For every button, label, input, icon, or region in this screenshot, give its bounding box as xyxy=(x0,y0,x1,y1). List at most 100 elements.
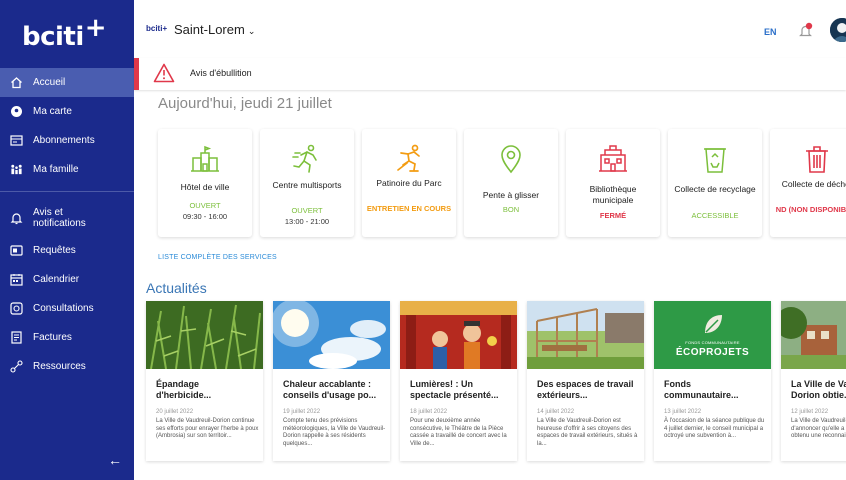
sidebar-item-ressources[interactable]: Ressources xyxy=(0,352,134,381)
location-icon xyxy=(495,143,527,175)
sidebar-item-label: Accueil xyxy=(33,77,66,88)
sidebar-item-label: Requêtes xyxy=(33,245,76,256)
sidebar-item-label: Ma famille xyxy=(33,164,79,175)
news-image xyxy=(781,301,846,369)
calendar-icon xyxy=(10,273,23,286)
sidebar-item-factures[interactable]: Factures xyxy=(0,323,134,352)
family-icon xyxy=(10,163,23,176)
news-image xyxy=(146,301,263,369)
app-logo[interactable]: bciti+ xyxy=(22,13,107,52)
news-date: 19 juillet 2022 xyxy=(283,409,321,415)
service-card-bibliotheque[interactable]: Bibliothèque municipale FERMÉ xyxy=(566,129,660,237)
service-card-patinoire[interactable]: Patinoire du Parc ENTRETIEN EN COURS xyxy=(362,129,456,237)
service-name: Patinoire du Parc xyxy=(376,178,442,188)
news-excerpt: La Ville de Vaudreuil-Dorion est heureus… xyxy=(537,418,638,447)
recycle-icon xyxy=(699,143,731,175)
service-status: OUVERT xyxy=(189,201,221,210)
news-title: Chaleur accablante : conseils d'usage po… xyxy=(283,379,377,400)
news-card[interactable]: FONDS COMMUNAUTAIRE ÉCOPROJETS Fonds com… xyxy=(654,301,771,461)
service-name: Collecte de recyclage xyxy=(674,184,756,194)
service-status: ACCESSIBLE xyxy=(691,211,739,220)
news-row: Épandage d'herbicide... 20 juillet 2022 … xyxy=(146,301,846,463)
news-date: 20 juillet 2022 xyxy=(156,409,194,415)
bell-icon xyxy=(10,212,23,225)
image-caption-big: ÉCOPROJETS xyxy=(675,347,750,358)
nav-divider xyxy=(0,191,134,192)
image-caption-small: FONDS COMMUNAUTAIRE xyxy=(685,340,740,345)
news-title: La Ville de Vaudreuil-Dorion obtie... xyxy=(791,379,846,400)
collapse-sidebar-button[interactable]: ← xyxy=(108,452,122,468)
service-card-centre-multisports[interactable]: Centre multisports OUVERT 13:00 - 21:00 xyxy=(260,129,354,237)
news-date: 13 juillet 2022 xyxy=(664,409,702,415)
skater-icon xyxy=(393,143,425,175)
service-status: ND (NON DISPONIBLE) xyxy=(775,205,846,214)
service-hours: 09:30 - 16:00 xyxy=(182,212,228,221)
boil-water-alert[interactable]: Avis d'ébullition xyxy=(134,58,846,90)
service-status: BON xyxy=(502,205,520,214)
news-title: Lumières! : Un spectacle présenté... xyxy=(410,379,499,400)
news-date: 14 juillet 2022 xyxy=(537,409,575,415)
sidebar-item-requetes[interactable]: Requêtes xyxy=(0,236,134,265)
runner-icon xyxy=(291,143,323,175)
service-name: Pente à glisser xyxy=(482,190,540,200)
news-card[interactable]: Lumières! : Un spectacle présenté... 18 … xyxy=(400,301,517,461)
library-icon xyxy=(597,143,629,175)
service-card-dechet[interactable]: Collecte de déchet ND (NON DISPONIBLE) xyxy=(770,129,846,237)
request-icon xyxy=(10,244,23,257)
sidebar-item-ma-carte[interactable]: Ma carte xyxy=(0,97,134,126)
notification-bell-icon[interactable] xyxy=(798,22,813,38)
news-card[interactable]: Chaleur accablante : conseils d'usage po… xyxy=(273,301,390,461)
news-card[interactable]: Épandage d'herbicide... 20 juillet 2022 … xyxy=(146,301,263,461)
subscription-icon xyxy=(10,134,23,147)
avatar[interactable] xyxy=(830,18,846,42)
news-excerpt: La Ville de Vaudreuil-Dorion continue se… xyxy=(156,418,259,440)
city-selector[interactable]: Saint-Lorem ⌄ xyxy=(174,22,255,37)
all-services-link[interactable]: LISTE COMPLÈTE DES SERVICES xyxy=(158,254,277,261)
service-name: Bibliothèque municipale xyxy=(589,184,637,205)
sidebar-item-label: Abonnements xyxy=(33,135,95,146)
resources-icon xyxy=(10,360,23,373)
services-row: Hôtel de ville OUVERT 09:30 - 16:00 Cent… xyxy=(158,129,846,237)
sidebar-item-label: Ressources xyxy=(33,361,86,372)
sidebar-item-abonnements[interactable]: Abonnements xyxy=(0,126,134,155)
city-hall-icon xyxy=(189,143,221,175)
warning-icon xyxy=(153,63,175,83)
trash-icon xyxy=(801,143,833,175)
service-hours: 13:00 - 21:00 xyxy=(284,217,330,226)
news-image xyxy=(400,301,517,369)
news-title: Épandage d'herbicide... xyxy=(156,379,212,400)
today-heading: Aujourd'hui, jeudi 21 juillet xyxy=(158,95,332,112)
sidebar-item-label: Calendrier xyxy=(33,274,80,285)
sidebar-item-accueil[interactable]: Accueil xyxy=(0,68,134,97)
home-icon xyxy=(10,76,23,89)
news-excerpt: Pour une deuxième année consécutive, le … xyxy=(410,418,507,447)
news-image xyxy=(527,301,644,369)
sidebar-item-ma-famille[interactable]: Ma famille xyxy=(0,155,134,184)
sidebar-item-calendrier[interactable]: Calendrier xyxy=(0,265,134,294)
news-date: 12 juillet 2022 xyxy=(791,409,829,415)
news-card[interactable]: La Ville de Vaudreuil-Dorion obtie... 12… xyxy=(781,301,846,461)
invoice-icon xyxy=(10,331,23,344)
service-status: ENTRETIEN EN COURS xyxy=(366,204,452,213)
map-pin-icon xyxy=(10,105,23,118)
service-card-recyclage[interactable]: Collecte de recyclage ACCESSIBLE xyxy=(668,129,762,237)
service-card-pente-a-glisser[interactable]: Pente à glisser BON xyxy=(464,129,558,237)
news-excerpt: Compte tenu des prévisions météorologiqu… xyxy=(283,418,386,447)
sidebar-item-label: Consultations xyxy=(33,303,94,314)
language-toggle[interactable]: EN xyxy=(764,27,777,37)
service-card-hotel-de-ville[interactable]: Hôtel de ville OUVERT 09:30 - 16:00 xyxy=(158,129,252,237)
sidebar-item-consultations[interactable]: Consultations xyxy=(0,294,134,323)
chevron-down-icon: ⌄ xyxy=(247,26,256,36)
service-name: Centre multisports xyxy=(272,180,342,190)
service-status: OUVERT xyxy=(291,206,323,215)
sidebar-item-label: Ma carte xyxy=(33,106,72,117)
news-excerpt: À l'occasion de la séance publique du 4 … xyxy=(664,418,765,440)
news-card[interactable]: Des espaces de travail extérieurs... 14 … xyxy=(527,301,644,461)
sidebar-item-avis-notifications[interactable]: Avis et notifications xyxy=(0,200,134,236)
news-image xyxy=(273,301,390,369)
news-excerpt: La Ville de Vaudreuil-Dorion est fière d… xyxy=(791,418,846,440)
consultation-icon xyxy=(10,302,23,315)
top-header: bciti+ Saint-Lorem ⌄ EN xyxy=(134,0,846,62)
service-name: Hôtel de ville xyxy=(180,182,230,192)
alert-text: Avis d'ébullition xyxy=(190,68,252,78)
